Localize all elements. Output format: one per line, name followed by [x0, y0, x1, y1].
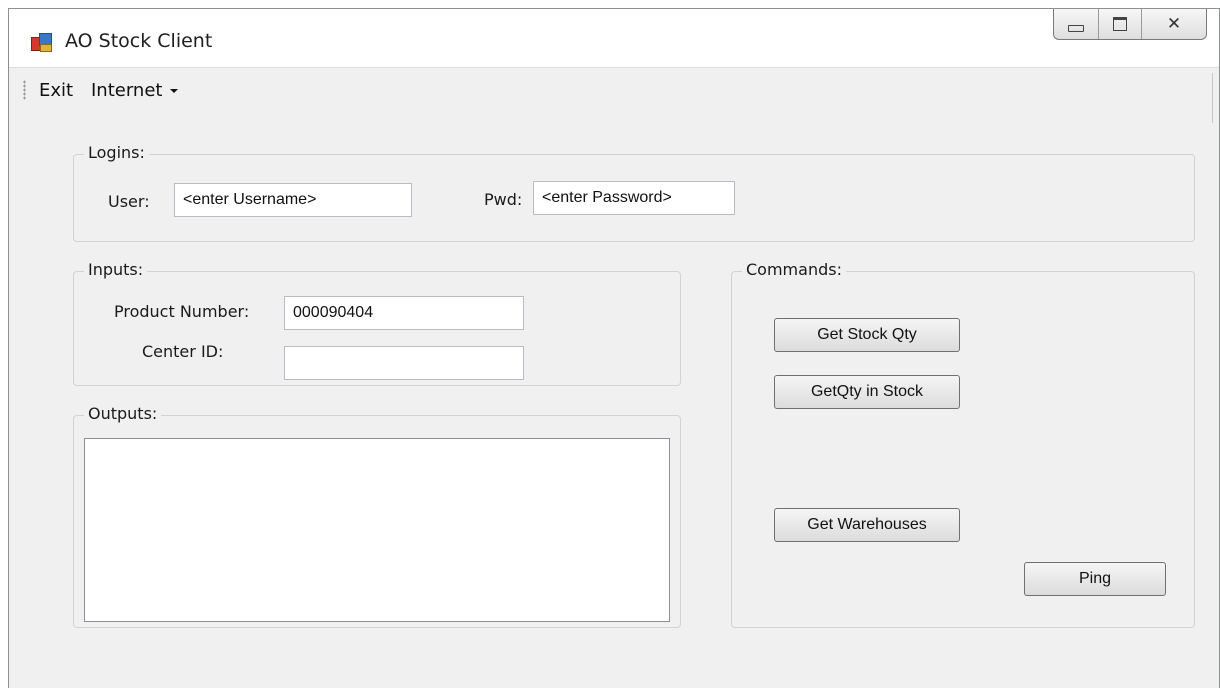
menu-bar: Exit Internet: [9, 67, 1219, 110]
logins-legend: Logins:: [84, 143, 149, 162]
commands-group: Commands: Get Stock Qty GetQty in Stock …: [731, 260, 1195, 628]
maximize-button[interactable]: [1099, 9, 1142, 39]
get-stock-qty-button[interactable]: Get Stock Qty: [774, 318, 960, 352]
password-input[interactable]: [533, 181, 735, 215]
title-bar[interactable]: AO Stock Client ✕: [9, 9, 1219, 67]
outputs-group: Outputs:: [73, 404, 681, 628]
window-title: AO Stock Client: [65, 30, 213, 52]
minimize-icon: [1068, 24, 1084, 32]
outputs-textarea[interactable]: [84, 438, 670, 622]
dropdown-caret-icon: [170, 89, 179, 93]
minimize-button[interactable]: [1054, 9, 1099, 39]
username-input[interactable]: [174, 183, 412, 217]
logins-group: Logins: User: Pwd:: [73, 143, 1195, 242]
menu-exit[interactable]: Exit: [39, 80, 73, 101]
get-warehouses-button[interactable]: Get Warehouses: [774, 508, 960, 542]
password-label: Pwd:: [484, 190, 523, 209]
commands-legend: Commands:: [742, 260, 846, 279]
close-icon: ✕: [1166, 14, 1182, 34]
center-id-input[interactable]: [284, 346, 524, 380]
scrollbar-edge: [1212, 73, 1213, 123]
outputs-legend: Outputs:: [84, 404, 162, 423]
get-qty-in-stock-button[interactable]: GetQty in Stock: [774, 375, 960, 409]
app-icon: [31, 33, 52, 52]
user-label: User:: [108, 192, 150, 211]
menu-internet-label: Internet: [91, 80, 163, 101]
inputs-legend: Inputs:: [84, 260, 148, 279]
menu-internet[interactable]: Internet: [91, 80, 179, 101]
menu-exit-label: Exit: [39, 80, 74, 101]
close-button[interactable]: ✕: [1142, 9, 1206, 39]
maximize-icon: [1113, 17, 1127, 31]
product-number-label: Product Number:: [114, 302, 250, 321]
center-id-label: Center ID:: [142, 342, 224, 361]
window-controls: ✕: [1053, 9, 1207, 40]
inputs-group: Inputs: Product Number: Center ID:: [73, 260, 681, 386]
app-window: AO Stock Client ✕ Exit Internet Logins: …: [8, 8, 1220, 688]
ping-button[interactable]: Ping: [1024, 562, 1166, 596]
menu-grip-icon[interactable]: [23, 80, 26, 100]
product-number-input[interactable]: [284, 296, 524, 330]
